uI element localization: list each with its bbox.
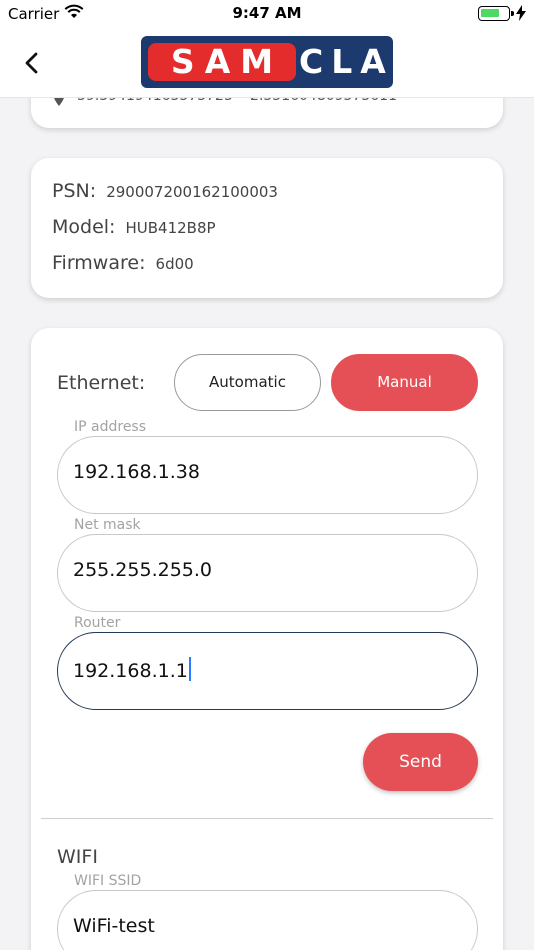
psn-label: PSN:: [52, 180, 97, 202]
net-mask-value: 255.255.255.0: [73, 559, 213, 581]
manual-button[interactable]: Manual: [331, 354, 478, 411]
logo-text-sam: SAM: [170, 42, 284, 81]
ip-address-field[interactable]: IP address 192.168.1.38: [57, 419, 478, 514]
logo-text-cla: CLA: [299, 42, 394, 81]
samcla-logo: SAM CLA: [141, 36, 393, 88]
ip-address-label: IP address: [68, 419, 153, 435]
ip-address-value: 192.168.1.38: [73, 461, 200, 483]
automatic-button[interactable]: Automatic: [174, 354, 321, 411]
net-mask-field[interactable]: Net mask 255.255.255.0: [57, 517, 478, 612]
back-button[interactable]: [20, 50, 44, 76]
psn-value: 290007200162100003: [106, 183, 278, 201]
network-settings-card: Ethernet: Automatic Manual IP address 19…: [31, 328, 503, 950]
wifi-section-label: WIFI: [57, 846, 98, 868]
firmware-row: Firmware: 6d00: [52, 252, 194, 274]
text-cursor: [188, 657, 191, 681]
status-time: 9:47 AM: [232, 4, 302, 22]
wifi-ssid-field[interactable]: WIFI SSID WiFi-test: [57, 873, 478, 950]
section-divider: [41, 818, 493, 819]
charging-icon: [516, 5, 526, 21]
ethernet-label: Ethernet:: [57, 372, 146, 394]
model-label: Model:: [52, 216, 116, 238]
router-value: 192.168.1.1: [73, 660, 188, 682]
nav-bar: SAM CLA: [0, 28, 534, 98]
model-value: HUB412B8P: [125, 219, 216, 237]
send-button[interactable]: Send: [363, 733, 478, 791]
device-info-card: PSN: 290007200162100003 Model: HUB412B8P…: [31, 158, 503, 298]
firmware-value: 6d00: [155, 255, 194, 273]
wifi-ssid-label: WIFI SSID: [68, 873, 148, 889]
router-value-wrapper: 192.168.1.1: [73, 657, 191, 682]
firmware-label: Firmware:: [52, 252, 146, 274]
status-bar: Carrier 9:47 AM: [0, 0, 534, 28]
model-row: Model: HUB412B8P: [52, 216, 216, 238]
battery-icon: [478, 6, 514, 21]
router-label: Router: [68, 615, 127, 631]
wifi-ssid-value: WiFi-test: [73, 915, 155, 937]
psn-row: PSN: 290007200162100003: [52, 180, 278, 202]
router-field[interactable]: Router 192.168.1.1: [57, 615, 478, 710]
net-mask-label: Net mask: [68, 517, 147, 533]
